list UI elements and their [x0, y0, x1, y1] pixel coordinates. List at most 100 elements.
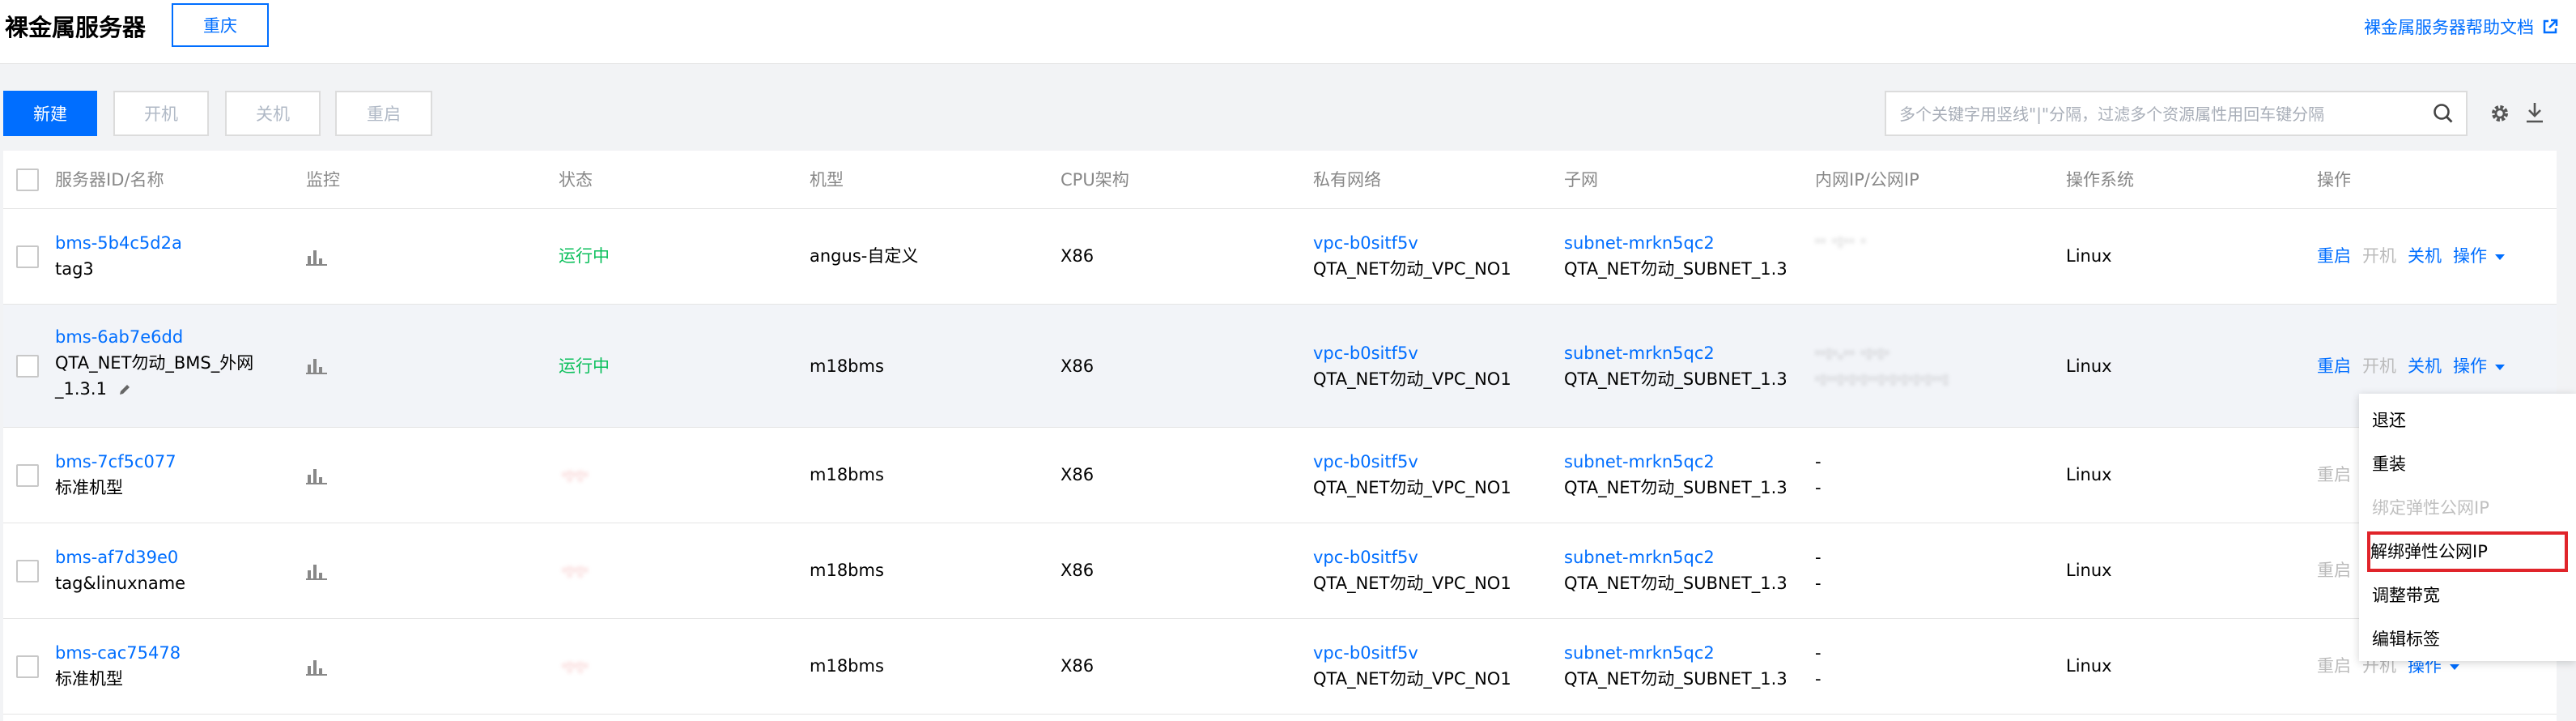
model-value: m18bms [810, 656, 884, 676]
row-stop-link[interactable]: 关机 [2408, 243, 2442, 267]
table-row: bms-5b4c5d2a tag3 运行中 angus-自定义 X86 vpc-… [3, 209, 2557, 305]
model-value: angus-自定义 [810, 246, 919, 266]
row-restart-link[interactable]: 重启 [2317, 557, 2351, 582]
table-row: bms-cac75478 标准机型 ·:·:· m18bms X86 vpc-b… [3, 619, 2557, 715]
col-operations: 操作 [2317, 170, 2351, 190]
page-title: 裸金属服务器 [5, 14, 147, 41]
vpc-name: QTA_NET勿动_VPC_NO1 [1313, 478, 1511, 497]
row-restart-link[interactable]: 重启 [2317, 353, 2351, 378]
menu-item-return[interactable]: 退还 [2372, 408, 2406, 433]
row-restart-link[interactable]: 重启 [2317, 462, 2351, 486]
subnet-link[interactable]: subnet-mrkn5qc2 [1564, 230, 1715, 256]
row-start-link[interactable]: 开机 [2362, 353, 2396, 378]
col-subnet: 子网 [1564, 170, 1598, 190]
vpc-link[interactable]: vpc-b0sitf5v [1313, 230, 1418, 256]
chevron-down-icon [2450, 663, 2459, 670]
ip-private: - [1815, 452, 1821, 471]
ip-public: ·:··:·:·:··:·:·:·:·:··: [1815, 370, 1949, 388]
subnet-name: QTA_NET勿动_SUBNET_1.3 [1564, 259, 1787, 279]
bar-chart-icon[interactable] [306, 248, 327, 266]
vpc-link[interactable]: vpc-b0sitf5v [1313, 640, 1418, 666]
subnet-link[interactable]: subnet-mrkn5qc2 [1564, 449, 1715, 475]
vpc-name: QTA_NET勿动_VPC_NO1 [1313, 369, 1511, 389]
server-id-link[interactable]: bms-cac75478 [55, 640, 181, 666]
restart-button[interactable]: 重启 [335, 91, 432, 136]
ip-public: - [1815, 478, 1821, 497]
cpu-value: X86 [1061, 561, 1095, 580]
edit-pencil-icon[interactable] [117, 382, 132, 397]
new-button[interactable]: 新建 [3, 91, 97, 136]
vpc-link[interactable]: vpc-b0sitf5v [1313, 449, 1418, 475]
bar-chart-icon[interactable] [306, 356, 327, 374]
row-operations: 重启 开机 关机 操作 [2317, 243, 2505, 267]
server-name-suffix: _1.3.1 [55, 379, 107, 399]
help-doc-link[interactable]: 裸金属服务器帮助文档 [2364, 15, 2558, 39]
vpc-link[interactable]: vpc-b0sitf5v [1313, 340, 1418, 366]
bar-chart-icon[interactable] [306, 467, 327, 484]
subnet-link[interactable]: subnet-mrkn5qc2 [1564, 640, 1715, 666]
ip-private: ·· ·:·· · [1815, 233, 1867, 250]
menu-item-edit-tags[interactable]: 编辑标签 [2372, 627, 2440, 651]
subnet-name: QTA_NET勿动_SUBNET_1.3 [1564, 369, 1787, 389]
os-value: Linux [2066, 465, 2112, 484]
chevron-down-icon [2495, 254, 2505, 260]
os-value: Linux [2066, 656, 2112, 676]
select-all-checkbox[interactable] [16, 169, 39, 191]
bar-chart-icon[interactable] [306, 562, 327, 580]
row-restart-link[interactable]: 重启 [2317, 653, 2351, 677]
status-badge: 运行中 [559, 356, 610, 376]
menu-item-reinstall[interactable]: 重装 [2372, 452, 2406, 476]
table-row: bms-6ab7e6dd QTA_NET勿动_BMS_外网 _1.3.1 运行中… [3, 305, 2557, 428]
row-start-link[interactable]: 开机 [2362, 243, 2396, 267]
chevron-down-icon [2495, 364, 2505, 370]
server-id-link[interactable]: bms-6ab7e6dd [55, 324, 183, 350]
cpu-value: X86 [1061, 465, 1095, 484]
subnet-link[interactable]: subnet-mrkn5qc2 [1564, 340, 1715, 366]
col-cpu: CPU架构 [1061, 170, 1129, 190]
cpu-value: X86 [1061, 246, 1095, 266]
os-value: Linux [2066, 356, 2112, 376]
gear-icon[interactable] [2489, 102, 2511, 125]
row-more-dropdown[interactable]: 操作 [2453, 243, 2505, 267]
row-restart-link[interactable]: 重启 [2317, 243, 2351, 267]
row-more-dropdown[interactable]: 操作 [2453, 353, 2505, 378]
row-operations: 重启 [2317, 557, 2351, 582]
row-checkbox[interactable] [16, 464, 39, 487]
region-selector[interactable]: 重庆 [172, 3, 269, 47]
subnet-name: QTA_NET勿动_SUBNET_1.3 [1564, 478, 1787, 497]
help-doc-label: 裸金属服务器帮助文档 [2364, 18, 2534, 37]
row-checkbox[interactable] [16, 560, 39, 582]
stop-button[interactable]: 关机 [225, 91, 321, 136]
menu-item-unbind-eip[interactable]: 解绑弹性公网IP [2370, 540, 2488, 564]
ip-private: ··:·.·· ·:·:· [1815, 344, 1890, 362]
row-checkbox[interactable] [16, 245, 39, 268]
server-id-link[interactable]: bms-7cf5c077 [55, 449, 176, 475]
server-id-link[interactable]: bms-5b4c5d2a [55, 230, 182, 256]
vpc-name: QTA_NET勿动_VPC_NO1 [1313, 574, 1511, 593]
table-row: bms-af7d39e0 tag&linuxname ·:·:· m18bms … [3, 523, 2557, 619]
search-icon[interactable] [2432, 102, 2455, 125]
status-badge: ·:·:· [562, 561, 589, 580]
start-button[interactable]: 开机 [113, 91, 209, 136]
server-name: tag&linuxname [55, 574, 186, 593]
ip-private: - [1815, 548, 1821, 567]
cpu-value: X86 [1061, 656, 1095, 676]
menu-item-bind-eip[interactable]: 绑定弹性公网IP [2372, 496, 2489, 520]
status-badge: 运行中 [559, 246, 610, 266]
search-input[interactable] [1899, 100, 2417, 128]
external-link-icon [2543, 19, 2558, 34]
table-row: bms-7cf5c077 标准机型 ·:·:· m18bms X86 vpc-b… [3, 428, 2557, 523]
search-box [1885, 91, 2468, 136]
vpc-link[interactable]: vpc-b0sitf5v [1313, 544, 1418, 570]
row-checkbox[interactable] [16, 355, 39, 378]
col-status: 状态 [559, 170, 593, 190]
menu-item-adjust-bandwidth[interactable]: 调整带宽 [2372, 583, 2440, 608]
server-name: 标准机型 [55, 669, 123, 689]
row-checkbox[interactable] [16, 655, 39, 678]
download-icon[interactable] [2524, 100, 2545, 125]
subnet-link[interactable]: subnet-mrkn5qc2 [1564, 544, 1715, 570]
server-name: tag3 [55, 259, 94, 279]
bar-chart-icon[interactable] [306, 658, 327, 676]
server-id-link[interactable]: bms-af7d39e0 [55, 544, 178, 570]
row-stop-link[interactable]: 关机 [2408, 353, 2442, 378]
